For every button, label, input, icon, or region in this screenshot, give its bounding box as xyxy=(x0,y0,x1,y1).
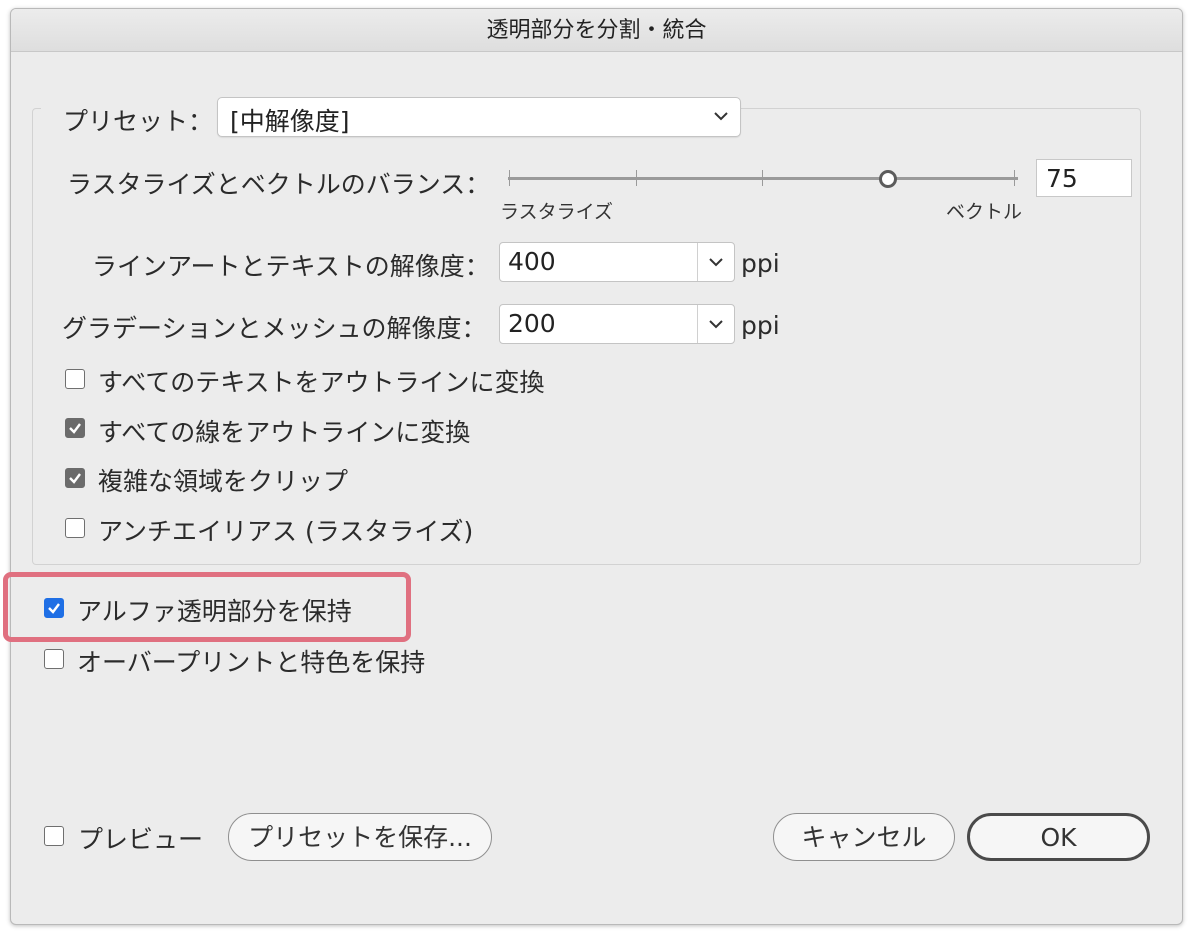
lineart-resolution-value: 400 xyxy=(508,247,556,276)
anti-alias-label[interactable]: アンチエイリアス (ラスタライズ) xyxy=(98,512,473,548)
balance-slider[interactable] xyxy=(500,168,1025,190)
preset-value: [中解像度] xyxy=(230,107,350,136)
lineart-unit: ppi xyxy=(741,249,780,278)
save-preset-button[interactable]: プリセットを保存... xyxy=(228,813,492,861)
dialog-title: 透明部分を分割・統合 xyxy=(11,9,1182,52)
anti-alias-checkbox[interactable] xyxy=(65,518,85,538)
chevron-down-icon[interactable] xyxy=(707,252,725,272)
convert-text-label[interactable]: すべてのテキストをアウトラインに変換 xyxy=(98,363,545,399)
preserve-alpha-label[interactable]: アルファ透明部分を保持 xyxy=(77,592,352,628)
slider-left-label: ラスタライズ xyxy=(500,201,614,223)
slider-right-label: ベクトル xyxy=(946,201,1023,223)
preserve-alpha-checkbox[interactable] xyxy=(44,598,64,618)
checkmark-icon xyxy=(69,423,81,434)
gradient-resolution-label: グラデーションとメッシュの解像度： xyxy=(62,314,487,343)
preview-checkbox[interactable] xyxy=(44,826,64,846)
preview-label[interactable]: プレビュー xyxy=(78,820,203,856)
balance-value-input[interactable]: 75 xyxy=(1036,159,1132,197)
balance-label: ラスタライズとベクトルのバランス： xyxy=(67,170,491,199)
slider-tick xyxy=(636,170,637,186)
preset-select[interactable]: [中解像度] xyxy=(217,97,741,137)
chevron-down-icon[interactable] xyxy=(707,314,725,334)
convert-strokes-label[interactable]: すべての線をアウトラインに変換 xyxy=(98,413,470,449)
clip-complex-regions-label[interactable]: 複雑な領域をクリップ xyxy=(98,462,348,498)
preserve-overprint-label[interactable]: オーバープリントと特色を保持 xyxy=(77,643,425,679)
convert-strokes-checkbox[interactable] xyxy=(65,418,85,438)
slider-tick xyxy=(509,170,510,186)
checkmark-icon xyxy=(48,603,60,614)
slider-tick xyxy=(1014,170,1015,186)
slider-track xyxy=(508,177,1018,180)
lineart-resolution-label: ラインアートとテキストの解像度： xyxy=(92,252,490,281)
slider-tick xyxy=(762,170,763,186)
ok-button[interactable]: OK xyxy=(967,813,1150,861)
cancel-button[interactable]: キャンセル xyxy=(773,813,955,861)
combo-divider xyxy=(697,243,698,281)
checkmark-icon xyxy=(69,473,81,484)
preset-label: プリセット： xyxy=(63,107,214,136)
gradient-resolution-value: 200 xyxy=(508,309,556,338)
gradient-unit: ppi xyxy=(741,311,780,340)
chevron-down-icon xyxy=(714,112,728,121)
balance-value: 75 xyxy=(1046,164,1078,193)
convert-text-checkbox[interactable] xyxy=(65,369,85,389)
clip-complex-regions-checkbox[interactable] xyxy=(65,468,85,488)
preserve-overprint-checkbox[interactable] xyxy=(44,649,64,669)
gradient-resolution-combo[interactable]: 200 xyxy=(499,304,735,344)
lineart-resolution-combo[interactable]: 400 xyxy=(499,242,735,282)
combo-divider xyxy=(697,305,698,343)
slider-thumb[interactable] xyxy=(878,170,897,188)
